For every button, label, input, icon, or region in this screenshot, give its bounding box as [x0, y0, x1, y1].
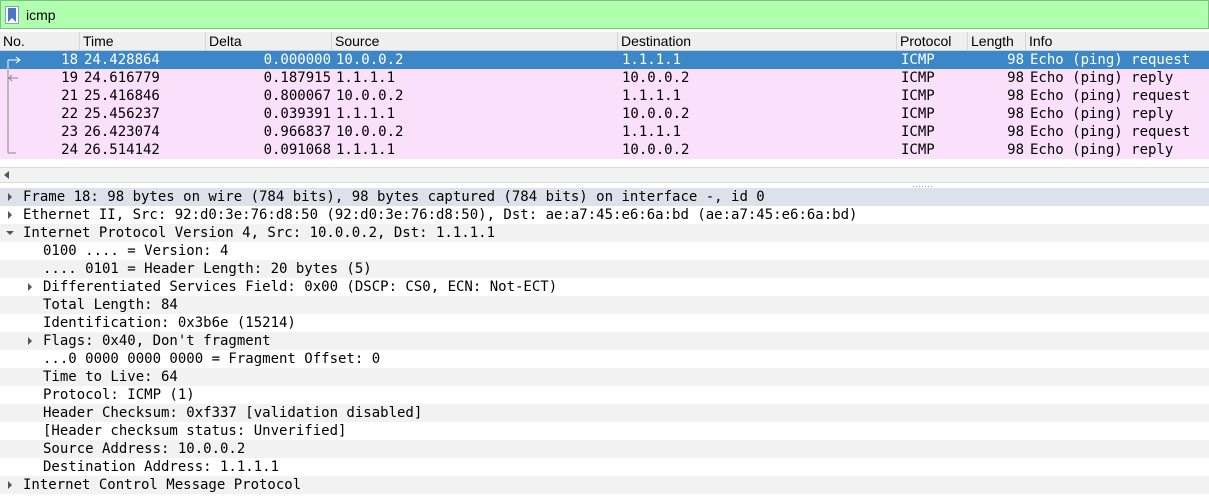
expand-arrow-icon[interactable] [6, 206, 16, 224]
horizontal-scrollbar[interactable] [0, 167, 1209, 183]
tree-node-flags[interactable]: Flags: 0x40, Don't fragment [0, 332, 1209, 350]
tree-field[interactable]: Source Address: 10.0.0.2 [0, 440, 1209, 458]
tree-field[interactable]: Time to Live: 64 [0, 368, 1209, 386]
tree-field[interactable]: ...0 0000 0000 0000 = Fragment Offset: 0 [0, 350, 1209, 368]
column-header-info[interactable]: Info [1026, 32, 1209, 50]
packet-row[interactable]: 23 26.423074 0.966837 10.0.0.2 1.1.1.1 I… [0, 123, 1209, 141]
tree-field[interactable]: [Header checksum status: Unverified] [0, 422, 1209, 440]
tree-field[interactable]: Destination Address: 1.1.1.1 [0, 458, 1209, 476]
packet-row[interactable]: 18 24.428864 0.000000 10.0.0.2 1.1.1.1 I… [0, 51, 1209, 69]
expand-arrow-icon[interactable] [6, 476, 16, 494]
packet-row[interactable]: 21 25.416846 0.800067 10.0.0.2 1.1.1.1 I… [0, 87, 1209, 105]
packet-row[interactable]: 19 24.616779 0.187915 1.1.1.1 10.0.0.2 I… [0, 69, 1209, 87]
column-header-delta[interactable]: Delta [206, 32, 332, 50]
splitter-grip-icon[interactable] [912, 185, 932, 187]
display-filter-input[interactable]: icmp [26, 7, 56, 23]
tree-node-frame[interactable]: Frame 18: 98 bytes on wire (784 bits), 9… [0, 188, 1209, 206]
tree-node-ethernet[interactable]: Ethernet II, Src: 92:d0:3e:76:d8:50 (92:… [0, 206, 1209, 224]
tree-field[interactable]: Protocol: ICMP (1) [0, 386, 1209, 404]
tree-field[interactable]: Identification: 0x3b6e (15214) [0, 314, 1209, 332]
packet-row[interactable]: 22 25.456237 0.039391 1.1.1.1 10.0.0.2 I… [0, 105, 1209, 123]
column-header-time[interactable]: Time [80, 32, 206, 50]
tree-field[interactable]: 0100 .... = Version: 4 [0, 242, 1209, 260]
tree-node-icmp[interactable]: Internet Control Message Protocol [0, 476, 1209, 494]
packet-details-tree: Frame 18: 98 bytes on wire (784 bits), 9… [0, 188, 1209, 494]
packet-list-header: No. Time Delta Source Destination Protoc… [0, 32, 1209, 51]
scroll-left-arrow-icon[interactable] [4, 171, 9, 179]
column-header-source[interactable]: Source [332, 32, 618, 50]
tree-node-ipv4[interactable]: Internet Protocol Version 4, Src: 10.0.0… [0, 224, 1209, 242]
expand-arrow-icon[interactable] [26, 278, 36, 296]
column-header-length[interactable]: Length [968, 32, 1026, 50]
tree-field[interactable]: Total Length: 84 [0, 296, 1209, 314]
packet-row[interactable]: 24 26.514142 0.091068 1.1.1.1 10.0.0.2 I… [0, 141, 1209, 159]
column-header-destination[interactable]: Destination [618, 32, 897, 50]
bookmark-icon[interactable] [5, 6, 19, 24]
tree-node-dsfield[interactable]: Differentiated Services Field: 0x00 (DSC… [0, 278, 1209, 296]
tree-field[interactable]: Header Checksum: 0xf337 [validation disa… [0, 404, 1209, 422]
display-filter-bar[interactable]: icmp [0, 0, 1209, 29]
column-header-no[interactable]: No. [0, 32, 80, 50]
collapse-arrow-icon[interactable] [6, 224, 16, 242]
expand-arrow-icon[interactable] [26, 332, 36, 350]
tree-field[interactable]: .... 0101 = Header Length: 20 bytes (5) [0, 260, 1209, 278]
column-header-protocol[interactable]: Protocol [897, 32, 968, 50]
expand-arrow-icon[interactable] [6, 188, 16, 206]
